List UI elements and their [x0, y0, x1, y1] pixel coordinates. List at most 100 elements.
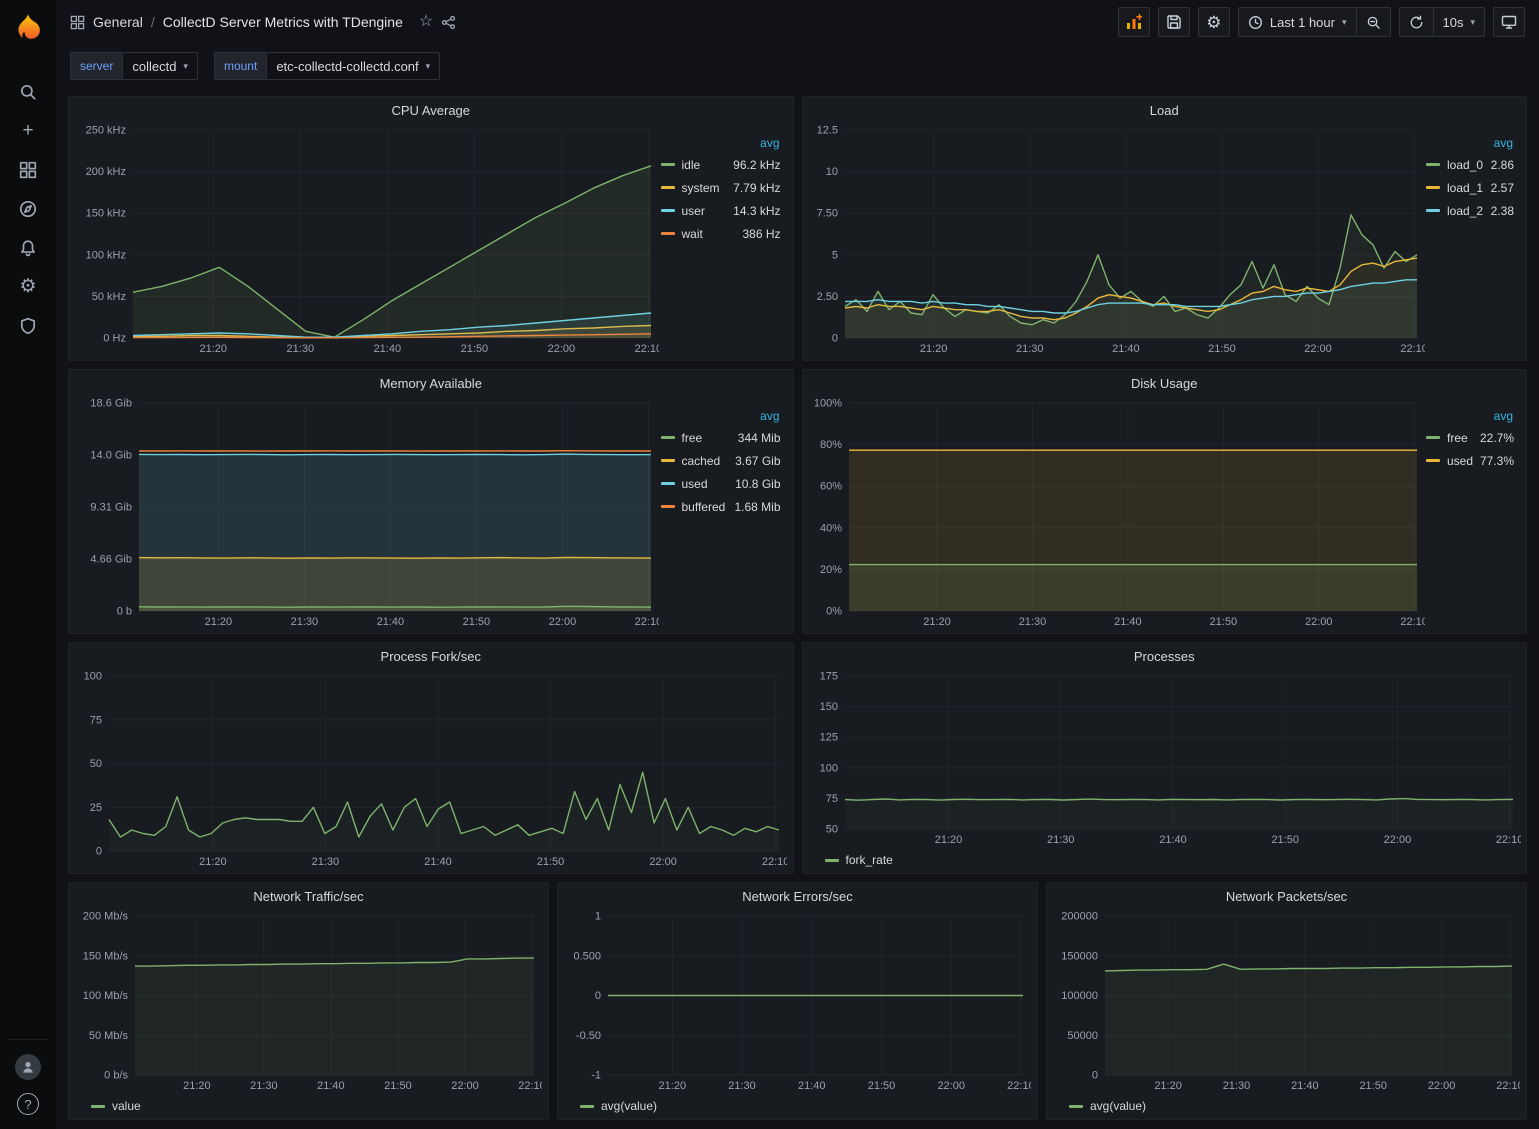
panel-title-memory-available[interactable]: Memory Available — [69, 370, 793, 393]
svg-text:125: 125 — [819, 732, 837, 744]
breadcrumb: General / CollectD Server Metrics with T… — [70, 14, 456, 30]
star-dashboard-button[interactable]: ☆ — [419, 14, 433, 30]
sidebar-configuration-icon[interactable]: ⚙ — [6, 267, 50, 306]
legend-item-avg-value-[interactable]: avg(value) — [1069, 1099, 1146, 1113]
legend-item-fork_rate[interactable]: fork_rate — [825, 853, 893, 867]
add-panel-button[interactable] — [1118, 7, 1150, 37]
svg-text:22:10: 22:10 — [1496, 1080, 1520, 1092]
save-dashboard-button[interactable] — [1158, 7, 1190, 37]
series-color-dash — [580, 1105, 594, 1108]
legend-avg-header: avg — [1426, 409, 1514, 423]
sidebar-dashboards-icon[interactable] — [6, 150, 50, 189]
svg-text:200 Mb/s: 200 Mb/s — [83, 911, 129, 923]
network-errors-chart[interactable]: 10.5000-0.50-121:2021:3021:4021:5022:002… — [564, 906, 1031, 1095]
legend-item-user[interactable]: user14.3 kHz — [661, 199, 781, 222]
sidebar-search-icon[interactable] — [6, 72, 50, 111]
svg-text:21:20: 21:20 — [200, 343, 228, 355]
series-color-dash — [825, 859, 839, 862]
variable-mount-value[interactable]: etc-collectd-collectd.conf ▾ — [266, 52, 440, 80]
help-icon[interactable]: ? — [17, 1093, 39, 1115]
legend-item-load_1[interactable]: load_12.57 — [1426, 176, 1514, 199]
refresh-group: 10s ▾ — [1399, 7, 1486, 37]
svg-text:0.500: 0.500 — [573, 950, 601, 962]
dashboard-grid: CPU Average 250 kHz200 kHz150 kHz100 kHz… — [68, 96, 1527, 1120]
legend-series-value: 7.79 kHz — [733, 181, 780, 195]
refresh-button[interactable] — [1400, 8, 1433, 36]
series — [845, 215, 1417, 338]
zoom-out-button[interactable] — [1356, 8, 1390, 36]
panel-title-network-traffic[interactable]: Network Traffic/sec — [69, 883, 548, 906]
memory-available-legend: avgfree344 Mibcached3.67 Gibused10.8 Gib… — [659, 393, 787, 631]
legend-avg-header: avg — [661, 136, 781, 150]
series-color-dash — [661, 209, 675, 212]
grafana-logo[interactable] — [10, 10, 46, 46]
legend-item-avg-value-[interactable]: avg(value) — [580, 1099, 657, 1113]
svg-text:22:10: 22:10 — [635, 343, 659, 355]
svg-text:21:20: 21:20 — [923, 616, 951, 628]
legend-series-value: 386 Hz — [742, 227, 780, 241]
svg-text:-1: -1 — [591, 1070, 601, 1082]
panel-title-cpu-average[interactable]: CPU Average — [69, 97, 793, 120]
dashboard-settings-button[interactable]: ⚙ — [1198, 7, 1230, 37]
panel-title-load[interactable]: Load — [803, 97, 1527, 120]
process-fork-chart[interactable]: 100755025021:2021:3021:4021:5022:0022:10 — [75, 666, 787, 871]
legend-item-wait[interactable]: wait386 Hz — [661, 222, 781, 245]
legend-item-load_0[interactable]: load_02.86 — [1426, 153, 1514, 176]
svg-text:22:10: 22:10 — [518, 1080, 542, 1092]
person-icon — [20, 1059, 36, 1075]
chart-svg: 200 Mb/s150 Mb/s100 Mb/s50 Mb/s0 b/s21:2… — [75, 906, 542, 1095]
cpu-average-chart[interactable]: 250 kHz200 kHz150 kHz100 kHz50 kHz0 Hz21… — [75, 120, 659, 358]
share-dashboard-button[interactable] — [441, 15, 456, 30]
sidebar-explore-icon[interactable] — [6, 189, 50, 228]
sidebar-server-admin-icon[interactable] — [6, 306, 50, 345]
disk-usage-chart[interactable]: 100%80%60%40%20%0%21:2021:3021:4021:5022… — [809, 393, 1425, 631]
refresh-interval-picker[interactable]: 10s ▾ — [1433, 8, 1485, 36]
network-errors-legend: avg(value) — [564, 1095, 1031, 1117]
series — [849, 450, 1417, 611]
legend-item-cached[interactable]: cached3.67 Gib — [661, 449, 781, 472]
panel-title-network-errors[interactable]: Network Errors/sec — [558, 883, 1037, 906]
legend-item-value[interactable]: value — [91, 1099, 141, 1113]
sidebar-alerting-icon[interactable] — [6, 228, 50, 267]
svg-text:22:10: 22:10 — [762, 856, 787, 868]
panel-title-network-packets[interactable]: Network Packets/sec — [1047, 883, 1526, 906]
series-color-dash — [661, 505, 675, 508]
svg-text:21:30: 21:30 — [291, 616, 319, 628]
processes-legend: fork_rate — [809, 849, 1521, 871]
series-color-dash — [1069, 1105, 1083, 1108]
plus-icon: + — [22, 121, 33, 140]
legend-item-buffered[interactable]: buffered1.68 Mib — [661, 495, 781, 518]
breadcrumb-folder[interactable]: General — [93, 14, 143, 30]
svg-text:21:40: 21:40 — [1291, 1080, 1319, 1092]
load-chart[interactable]: 12.5107.5052.50021:2021:3021:4021:5022:0… — [809, 120, 1425, 358]
variable-server-value[interactable]: collectd ▾ — [122, 52, 198, 80]
time-range-picker[interactable]: Last 1 hour ▾ — [1239, 8, 1356, 36]
cycle-view-mode-button[interactable] — [1493, 7, 1525, 37]
legend-item-free[interactable]: free344 Mib — [661, 426, 781, 449]
svg-text:50000: 50000 — [1067, 1030, 1098, 1042]
memory-available-chart[interactable]: 18.6 Gib14.0 Gib9.31 Gib4.66 Gib0 b21:20… — [75, 393, 659, 631]
page-title: CollectD Server Metrics with TDengine — [163, 14, 403, 30]
chevron-down-icon: ▾ — [1342, 17, 1347, 28]
legend-item-used[interactable]: used10.8 Gib — [661, 472, 781, 495]
legend-item-used[interactable]: used77.3% — [1426, 449, 1514, 472]
svg-text:22:10: 22:10 — [635, 616, 659, 628]
legend-item-free[interactable]: free22.7% — [1426, 426, 1514, 449]
chart-svg: 250 kHz200 kHz150 kHz100 kHz50 kHz0 Hz21… — [75, 120, 659, 358]
network-packets-chart[interactable]: 20000015000010000050000021:2021:3021:402… — [1053, 906, 1520, 1095]
user-avatar[interactable] — [15, 1054, 41, 1080]
legend-item-idle[interactable]: idle96.2 kHz — [661, 153, 781, 176]
panel-title-process-fork[interactable]: Process Fork/sec — [69, 643, 793, 666]
legend-series-name: value — [112, 1099, 141, 1113]
svg-text:80%: 80% — [819, 439, 841, 451]
legend-item-load_2[interactable]: load_22.38 — [1426, 199, 1514, 222]
processes-chart[interactable]: 175150125100755021:2021:3021:4021:5022:0… — [809, 666, 1521, 849]
legend-series-name: avg(value) — [1090, 1099, 1146, 1113]
sidebar-create-icon[interactable]: + — [6, 111, 50, 150]
question-mark: ? — [24, 1097, 31, 1112]
network-traffic-chart[interactable]: 200 Mb/s150 Mb/s100 Mb/s50 Mb/s0 b/s21:2… — [75, 906, 542, 1095]
svg-text:175: 175 — [819, 671, 837, 683]
panel-title-processes[interactable]: Processes — [803, 643, 1527, 666]
legend-item-system[interactable]: system7.79 kHz — [661, 176, 781, 199]
panel-title-disk-usage[interactable]: Disk Usage — [803, 370, 1527, 393]
